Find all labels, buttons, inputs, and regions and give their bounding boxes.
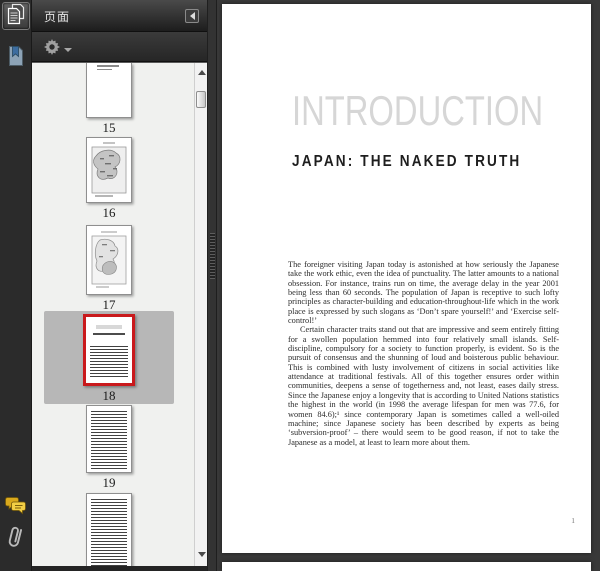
section-title: JAPAN: THE NAKED TRUTH xyxy=(292,153,522,170)
comments-icon xyxy=(5,496,27,520)
thumbnail-image xyxy=(83,314,135,386)
thumbnail-page-20-partial[interactable] xyxy=(44,493,174,566)
thumbnail-list[interactable]: 15 16 17 18 19 xyxy=(32,62,207,571)
options-menu-button[interactable] xyxy=(44,39,72,60)
thumbnail-image xyxy=(86,137,132,203)
thumbnail-page-18-selected[interactable]: 18 xyxy=(44,311,174,404)
thumbnail-label: 19 xyxy=(102,475,116,490)
arrow-down-icon xyxy=(197,551,206,557)
chevron-down-icon xyxy=(64,47,72,52)
scroll-up-button[interactable] xyxy=(195,66,207,78)
paperclip-icon xyxy=(6,524,26,557)
gear-icon xyxy=(44,39,60,60)
thumbnail-image xyxy=(86,225,132,295)
panel-resize-handle[interactable] xyxy=(207,0,217,571)
thumbnail-label: 17 xyxy=(102,297,116,312)
thumbnail-page-17[interactable]: 17 xyxy=(44,225,174,311)
pages-panel-button[interactable] xyxy=(2,2,30,30)
scroll-down-button[interactable] xyxy=(195,548,207,560)
body-text: The foreigner visiting Japan today is as… xyxy=(288,260,559,447)
thumbnail-options-bar xyxy=(32,32,207,62)
document-page-18: INTRODUCTION JAPAN: THE NAKED TRUTH The … xyxy=(222,4,591,553)
scrollbar-thumb[interactable] xyxy=(196,91,206,108)
attachments-panel-button[interactable] xyxy=(2,526,30,554)
thumbnail-image xyxy=(86,493,132,566)
thumbnail-scrollbar[interactable] xyxy=(194,63,207,566)
thumbnail-image xyxy=(86,405,132,473)
thumbnail-label: 16 xyxy=(102,205,116,220)
paragraph-2: Certain character traits stand out that … xyxy=(288,325,559,447)
panel-title: 页面 xyxy=(44,10,71,24)
thumbnail-page-16[interactable]: 16 xyxy=(44,137,174,219)
grip-dots-icon xyxy=(210,233,215,279)
pages-icon xyxy=(6,3,26,30)
collapse-panel-button[interactable] xyxy=(185,9,199,23)
thumbnail-label: 18 xyxy=(102,388,116,403)
thumbnail-page-19[interactable]: 19 xyxy=(44,405,174,489)
document-page-19-edge xyxy=(222,562,591,571)
paragraph-1: The foreigner visiting Japan today is as… xyxy=(288,260,559,326)
arrow-up-icon xyxy=(197,69,206,75)
page-number: 1 xyxy=(571,516,575,525)
thumbnail-label: 15 xyxy=(102,120,116,135)
pdf-reader-window: 页面 15 16 17 18 19 INTRODUCTION JAPAN: TH… xyxy=(0,0,600,571)
navigation-pane-strip xyxy=(0,0,32,571)
bookmarks-icon xyxy=(7,45,25,72)
chapter-heading: INTRODUCTION xyxy=(292,87,544,134)
pages-panel: 页面 15 16 17 18 19 xyxy=(32,0,207,571)
thumbnail-page-15[interactable]: 15 xyxy=(44,63,174,134)
collapse-left-icon xyxy=(189,12,195,20)
document-view[interactable]: INTRODUCTION JAPAN: THE NAKED TRUTH The … xyxy=(217,0,600,571)
bookmarks-panel-button[interactable] xyxy=(2,44,30,72)
comments-panel-button[interactable] xyxy=(2,494,30,522)
pages-panel-header: 页面 xyxy=(32,0,207,32)
thumbnail-image xyxy=(86,63,132,118)
